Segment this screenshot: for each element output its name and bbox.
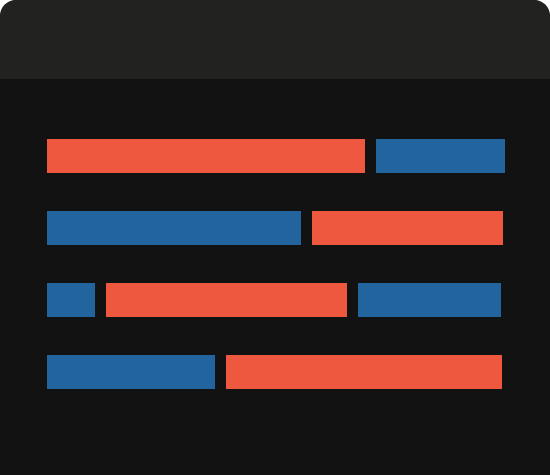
line-segment-orange bbox=[106, 283, 347, 317]
title-bar[interactable] bbox=[0, 0, 550, 79]
line-segment-orange bbox=[312, 211, 503, 245]
line-row-4 bbox=[47, 355, 503, 389]
line-segment-blue bbox=[376, 139, 505, 173]
app-window bbox=[0, 0, 550, 475]
line-row-1 bbox=[47, 139, 505, 173]
line-row-3 bbox=[47, 283, 503, 317]
line-row-2 bbox=[47, 211, 503, 245]
code-content-area bbox=[0, 79, 550, 475]
line-segment-blue bbox=[47, 355, 215, 389]
line-segment-blue bbox=[47, 211, 301, 245]
line-segment-orange bbox=[47, 139, 365, 173]
line-segment-blue bbox=[47, 283, 95, 317]
line-segment-orange bbox=[226, 355, 502, 389]
line-segment-blue bbox=[358, 283, 501, 317]
